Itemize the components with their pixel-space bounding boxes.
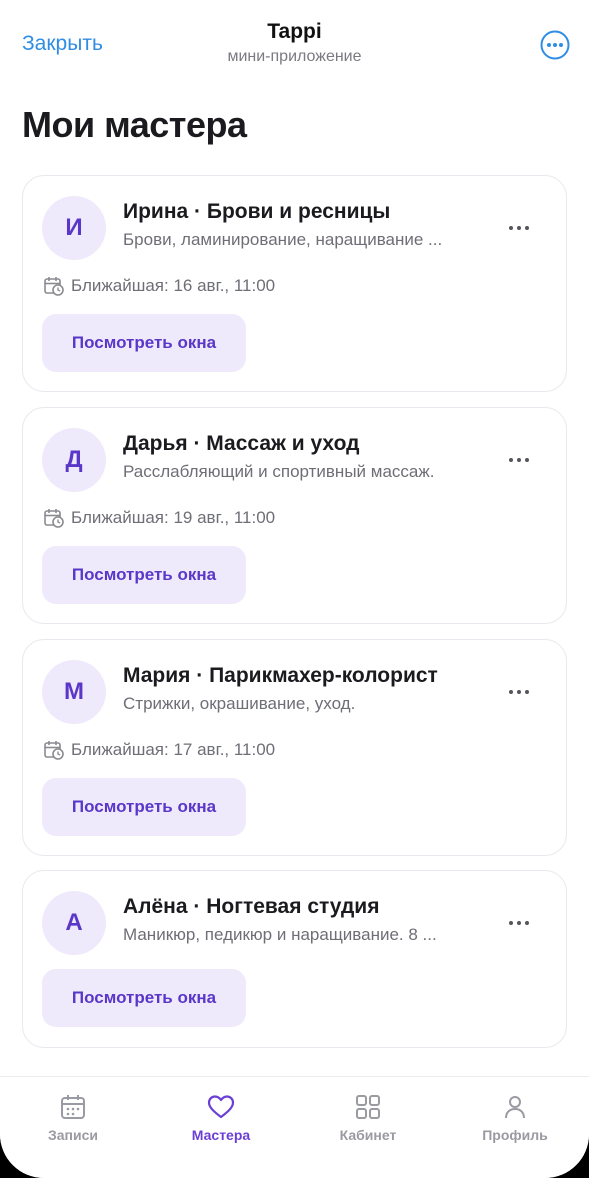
master-card[interactable]: И Ирина · Брови и ресницы Брови, ламинир… bbox=[22, 175, 567, 392]
more-dots-icon[interactable] bbox=[507, 911, 531, 935]
tab-profile[interactable]: Профиль bbox=[460, 1093, 570, 1143]
tab-label: Записи bbox=[47, 1127, 98, 1143]
next-appointment-text: Ближайшая: 19 авг., 11:00 bbox=[71, 508, 276, 527]
next-appointment-text: Ближайшая: 17 авг., 11:00 bbox=[71, 740, 276, 759]
tab-label: Мастера bbox=[191, 1127, 251, 1143]
next-appointment: Ближайшая: 19 авг., 11:00 bbox=[43, 506, 275, 530]
view-slots-button[interactable]: Посмотреть окна bbox=[42, 969, 246, 1027]
calendar-clock-icon bbox=[44, 741, 64, 760]
avatar: Д bbox=[42, 428, 106, 492]
tab-bar: Записи Мастера Кабинет Профиль bbox=[0, 1076, 589, 1178]
master-description: Маникюр, педикюр и наращивание. 8 ... bbox=[123, 925, 437, 944]
master-name: Мария · Парикмахер-колорист bbox=[123, 664, 438, 687]
more-dots-icon[interactable] bbox=[507, 448, 531, 472]
app-title: Tappi bbox=[267, 20, 322, 43]
more-dots-icon[interactable] bbox=[507, 216, 531, 240]
master-description: Расслабляющий и спортивный массаж. bbox=[123, 462, 435, 481]
view-slots-button[interactable]: Посмотреть окна bbox=[42, 314, 246, 372]
avatar: А bbox=[42, 891, 106, 955]
more-dots-icon[interactable] bbox=[507, 680, 531, 704]
person-icon bbox=[505, 1096, 525, 1119]
view-slots-button[interactable]: Посмотреть окна bbox=[42, 778, 246, 836]
master-card[interactable]: А Алёна · Ногтевая студия Маникюр, педик… bbox=[22, 870, 567, 1048]
tab-masters[interactable]: Мастера bbox=[166, 1093, 276, 1143]
tab-appointments[interactable]: Записи bbox=[18, 1093, 128, 1143]
next-appointment-text: Ближайшая: 16 авг., 11:00 bbox=[71, 276, 276, 295]
master-name: Алёна · Ногтевая студия bbox=[123, 895, 380, 918]
master-card[interactable]: М Мария · Парикмахер-колорист Стрижки, о… bbox=[22, 639, 567, 856]
tab-label: Профиль bbox=[482, 1127, 548, 1143]
next-appointment: Ближайшая: 16 авг., 11:00 bbox=[43, 274, 275, 298]
master-description: Стрижки, окрашивание, уход. bbox=[123, 694, 356, 713]
avatar: М bbox=[42, 660, 106, 724]
page-title: Мои мастера bbox=[22, 104, 247, 145]
tab-label: Кабинет bbox=[339, 1127, 397, 1143]
view-slots-button[interactable]: Посмотреть окна bbox=[42, 546, 246, 604]
header: Закрыть Tappi мини-приложение bbox=[0, 0, 589, 80]
screen: Закрыть Tappi мини-приложение Мои мастер… bbox=[0, 0, 589, 1178]
master-card[interactable]: Д Дарья · Массаж и уход Расслабляющий и … bbox=[22, 407, 567, 624]
heart-icon bbox=[207, 1095, 235, 1119]
calendar-clock-icon bbox=[44, 509, 64, 528]
avatar: И bbox=[42, 196, 106, 260]
master-name: Дарья · Массаж и уход bbox=[123, 432, 360, 455]
master-name: Ирина · Брови и ресницы bbox=[123, 200, 391, 223]
app-subtitle: мини-приложение bbox=[227, 48, 362, 65]
tab-cabinet[interactable]: Кабинет bbox=[313, 1093, 423, 1143]
calendar-clock-icon bbox=[44, 277, 64, 296]
more-options-icon[interactable] bbox=[540, 30, 570, 60]
calendar-icon bbox=[61, 1095, 85, 1119]
next-appointment: Ближайшая: 17 авг., 11:00 bbox=[43, 738, 275, 762]
grid-icon bbox=[356, 1095, 380, 1119]
master-description: Брови, ламинирование, наращивание ... bbox=[123, 230, 443, 249]
